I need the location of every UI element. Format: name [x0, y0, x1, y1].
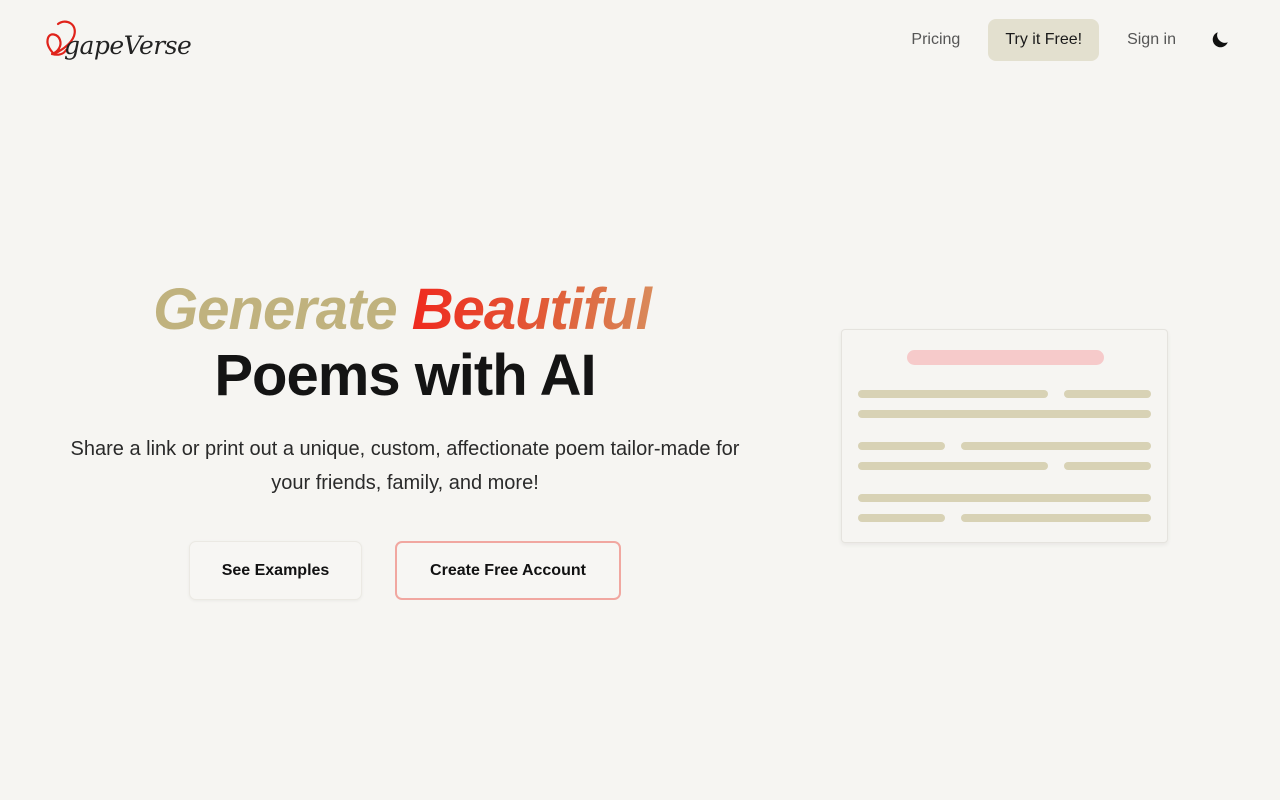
page: gapeVerse Pricing Try it Free! Sign in G… — [0, 0, 1280, 800]
hero-subtitle: Share a link or print out a unique, cust… — [70, 438, 740, 494]
poem-line — [858, 410, 1151, 418]
poem-line — [961, 514, 1151, 522]
logo-mark-icon: gapeVerse — [46, 20, 192, 60]
poem-line — [1064, 462, 1151, 470]
hero-title-line1: Generate Beautiful — [0, 276, 810, 344]
logo-text: gapeVerse — [64, 31, 191, 60]
poem-line — [858, 514, 945, 522]
poem-line — [858, 390, 1048, 398]
poem-illustration — [841, 329, 1168, 543]
poem-line — [858, 494, 1151, 502]
hero-word-beautiful: Beautiful — [412, 277, 657, 342]
see-examples-button[interactable]: See Examples — [189, 541, 362, 600]
main-nav: Pricing Try it Free! Sign in — [897, 19, 1232, 61]
poem-line — [858, 462, 1048, 470]
try-free-button[interactable]: Try it Free! — [988, 19, 1100, 61]
hero-title: Generate Beautiful Poems with AI — [0, 276, 810, 408]
logo[interactable]: gapeVerse — [44, 16, 194, 64]
poem-title-bar — [907, 350, 1104, 365]
poem-line — [961, 442, 1151, 450]
hero-title-line2: Poems with AI — [214, 343, 596, 408]
hero-word-generate: Generate — [153, 277, 397, 342]
site-header: gapeVerse Pricing Try it Free! Sign in — [0, 0, 1280, 80]
poem-line — [858, 442, 945, 450]
nav-pricing-link[interactable]: Pricing — [897, 19, 974, 61]
moon-icon[interactable] — [1208, 28, 1232, 52]
poem-line — [1064, 390, 1151, 398]
nav-sign-in-link[interactable]: Sign in — [1113, 19, 1190, 61]
create-account-button[interactable]: Create Free Account — [395, 541, 621, 600]
